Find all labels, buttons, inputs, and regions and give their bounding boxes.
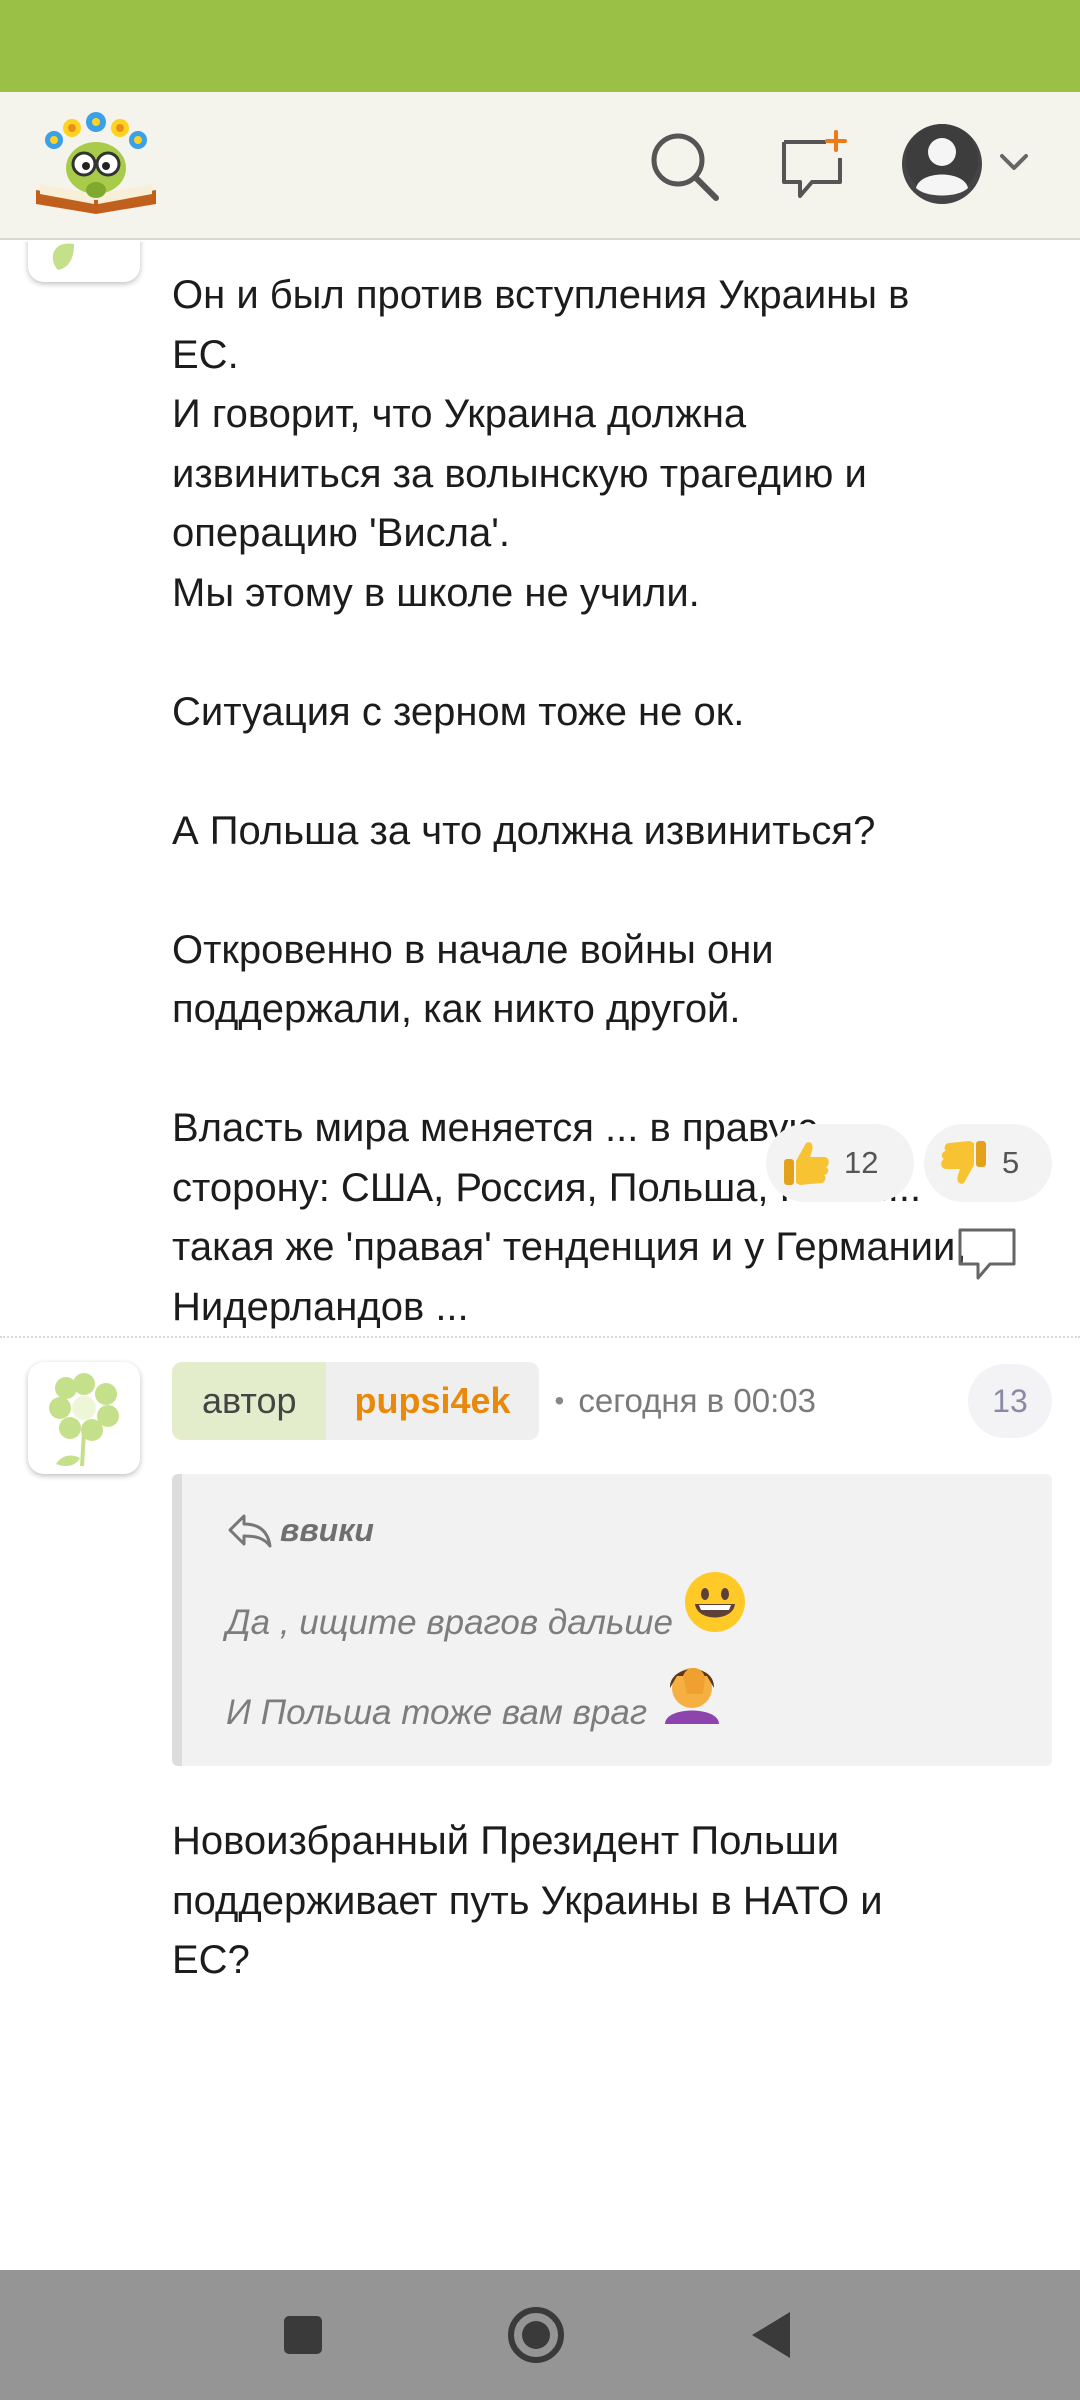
system-navigation-bar <box>0 2270 1080 2400</box>
comments-feed[interactable]: Он и был против вступления Украины в ЕС.… <box>0 242 1080 2270</box>
chevron-down-icon <box>1000 154 1028 170</box>
flower-avatar-icon <box>49 1373 119 1467</box>
comment-body: Новоизбранный Президент Польши поддержив… <box>172 1812 883 1991</box>
quote-author[interactable]: ввики <box>226 1510 374 1550</box>
commenter-avatar[interactable] <box>28 1362 140 1474</box>
app-header <box>0 92 1080 240</box>
thumbs-up-icon <box>784 1142 829 1185</box>
comment-line: Нидерландов ... <box>172 1284 469 1329</box>
comment-line: А Польша за что должна извиниться? <box>172 808 876 853</box>
commenter-avatar[interactable] <box>28 242 140 282</box>
recent-apps-icon[interactable] <box>268 2300 338 2370</box>
like-count: 12 <box>844 1145 879 1180</box>
thumbs-down-icon <box>941 1141 986 1184</box>
comment-meta: автор pupsi4ek • сегодня в 00:03 <box>172 1362 816 1440</box>
reply-arrow-icon <box>228 1514 272 1548</box>
comment-line: Ситуация с зерном тоже не ок. <box>172 689 745 734</box>
comment-line: такая же 'правая' тенденция и у Германии… <box>172 1225 967 1269</box>
dislike-button[interactable]: 5 <box>924 1124 1052 1202</box>
comment-line: операцию 'Висла'. <box>172 511 511 555</box>
author-name-link[interactable]: pupsi4ek <box>326 1362 539 1440</box>
grinning-emoji <box>683 1570 747 1643</box>
like-button[interactable]: 12 <box>766 1124 914 1202</box>
comment-line: поддерживает путь Украины в НАТО и <box>172 1878 883 1923</box>
comment-time: сегодня в 00:03 <box>578 1382 816 1419</box>
quote-text: И Польша тоже вам враг <box>226 1693 648 1732</box>
quote-line: И Польша тоже вам враг <box>226 1654 727 1733</box>
back-icon[interactable] <box>738 2300 808 2370</box>
author-tag: автор <box>172 1362 327 1440</box>
user-avatar-icon[interactable] <box>898 120 1038 210</box>
reply-icon[interactable] <box>956 1226 1018 1282</box>
facepalm-emoji <box>657 1654 727 1733</box>
comment-divider <box>0 1336 1080 1338</box>
comment-line: Мы этому в школе не учили. <box>172 570 700 615</box>
comment-line: ЕС. <box>172 332 239 377</box>
comment-number-badge[interactable]: 13 <box>968 1364 1052 1438</box>
comment-line: ЕС? <box>172 1938 250 1982</box>
status-bar <box>0 0 1080 92</box>
meta-separator: • <box>554 1385 565 1416</box>
comment-line: Откровенно в начале войны они <box>172 927 774 972</box>
quote-text: Да , ищите врагов дальше <box>226 1603 673 1642</box>
quoted-reply: ввики Да , ищите врагов дальше И Польша … <box>172 1474 1052 1766</box>
comment-line: извиниться за волынскую трагедию и <box>172 451 867 496</box>
dislike-count: 5 <box>1002 1145 1020 1180</box>
quote-author-name: ввики <box>280 1511 374 1548</box>
quote-line: Да , ищите врагов дальше <box>226 1570 747 1643</box>
book-character-logo[interactable] <box>32 106 160 216</box>
new-message-icon[interactable] <box>776 128 852 204</box>
comment-line: Он и был против вступления Украины в <box>172 273 910 317</box>
home-icon[interactable] <box>501 2300 571 2370</box>
search-icon[interactable] <box>646 128 722 204</box>
comment-line: И говорит, что Украина должна <box>172 392 747 436</box>
comment-line: поддержали, как никто другой. <box>172 987 741 1031</box>
comment-line: Новоизбранный Президент Польши <box>172 1819 840 1863</box>
